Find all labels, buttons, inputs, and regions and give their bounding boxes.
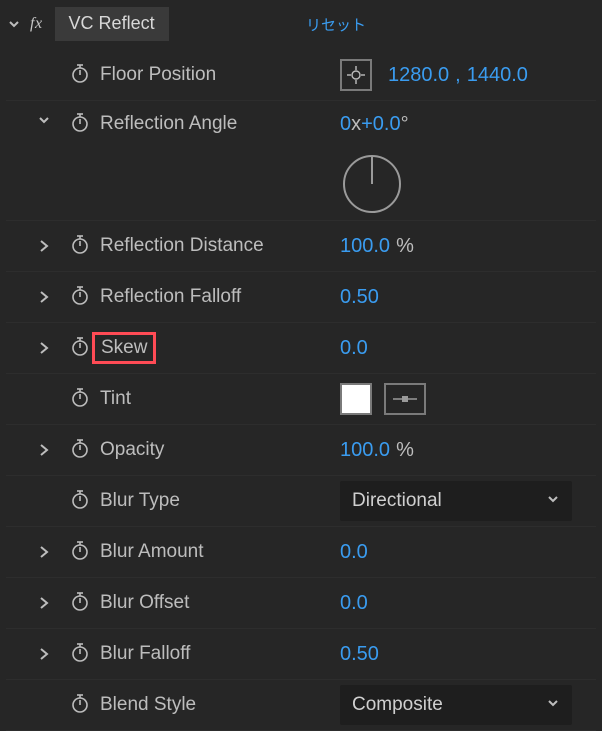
percent-suffix: % [396,235,414,258]
reset-link[interactable]: リセット [306,14,366,35]
angle-revs-value[interactable]: 0 [340,113,351,135]
property-label: Blur Type [100,490,180,512]
property-label: Reflection Angle [100,113,237,135]
row-blend-style: Blend Style Composite [6,680,596,731]
effect-controls-panel: fx VC Reflect リセット Floor Position 1280.0… [0,0,602,714]
row-blur-type: Blur Type Directional [6,476,596,527]
effect-header: fx VC Reflect リセット [6,6,596,42]
twisty-collapsed-icon[interactable] [36,341,52,355]
twisty-collapsed-icon[interactable] [36,545,52,559]
chevron-down-icon [546,694,560,716]
row-tint: Tint [6,374,596,425]
stopwatch-icon[interactable] [69,641,91,668]
position-picker-icon[interactable] [340,59,372,91]
property-label: Opacity [100,439,164,461]
blend-style-dropdown[interactable]: Composite [340,685,572,725]
property-label: Floor Position [100,64,216,86]
stopwatch-icon[interactable] [69,437,91,464]
property-label: Blur Amount [100,541,204,563]
property-label-highlighted: Skew [92,332,156,364]
stopwatch-icon[interactable] [69,539,91,566]
stopwatch-icon[interactable] [69,488,91,515]
stopwatch-icon[interactable] [69,62,91,89]
property-label: Blur Falloff [100,643,190,665]
stopwatch-icon[interactable] [69,284,91,311]
property-label: Reflection Distance [100,235,264,257]
blur-offset-value[interactable]: 0.0 [340,592,368,615]
property-label: Blend Style [100,694,196,716]
property-label: Blur Offset [100,592,189,614]
stopwatch-icon[interactable] [69,386,91,413]
angle-rotation-widget[interactable] [340,152,404,216]
row-blur-amount: Blur Amount 0.0 [6,527,596,578]
angle-sep: x [351,113,361,135]
twisty-collapsed-icon[interactable] [36,290,52,304]
property-label: Tint [100,388,131,410]
row-reflection-falloff: Reflection Falloff 0.50 [6,272,596,323]
stopwatch-icon[interactable] [69,111,91,138]
blur-amount-value[interactable]: 0.0 [340,541,368,564]
row-blur-falloff: Blur Falloff 0.50 [6,629,596,680]
stopwatch-icon[interactable] [69,692,91,719]
dropdown-value: Directional [352,490,442,512]
percent-suffix: % [396,439,414,462]
property-label: Reflection Falloff [100,286,241,308]
blur-falloff-value[interactable]: 0.50 [340,643,379,666]
twisty-collapsed-icon[interactable] [36,596,52,610]
twisty-expanded-icon[interactable] [36,113,52,127]
row-reflection-angle: Reflection Angle 0x+0.0° [6,101,596,221]
floor-y-value[interactable]: 1440.0 [467,64,528,87]
row-opacity: Opacity 100.0% [6,425,596,476]
twisty-collapsed-icon[interactable] [36,647,52,661]
blur-type-dropdown[interactable]: Directional [340,481,572,521]
row-blur-offset: Blur Offset 0.0 [6,578,596,629]
dropdown-value: Composite [352,694,443,716]
twisty-collapsed-icon[interactable] [36,239,52,253]
fx-icon[interactable]: fx [30,15,43,33]
angle-unit: ° [401,113,409,135]
stopwatch-icon[interactable] [69,590,91,617]
opacity-value[interactable]: 100.0 [340,439,390,462]
angle-deg-value[interactable]: +0.0 [361,113,400,135]
eyedropper-icon[interactable] [384,383,426,415]
row-floor-position: Floor Position 1280.0,1440.0 [6,50,596,101]
effect-name-tab[interactable]: VC Reflect [55,7,169,41]
effect-collapse-chevron[interactable] [6,17,22,31]
stopwatch-icon[interactable] [69,335,91,362]
property-list: Floor Position 1280.0,1440.0 Reflection … [6,50,596,731]
skew-value[interactable]: 0.0 [340,337,368,360]
reflection-falloff-value[interactable]: 0.50 [340,286,379,309]
reflection-distance-value[interactable]: 100.0 [340,235,390,258]
row-skew: Skew 0.0 [6,323,596,374]
tint-color-swatch[interactable] [340,383,372,415]
twisty-collapsed-icon[interactable] [36,443,52,457]
floor-x-value[interactable]: 1280.0 [388,64,449,87]
stopwatch-icon[interactable] [69,233,91,260]
row-reflection-distance: Reflection Distance 100.0% [6,221,596,272]
chevron-down-icon [546,490,560,512]
